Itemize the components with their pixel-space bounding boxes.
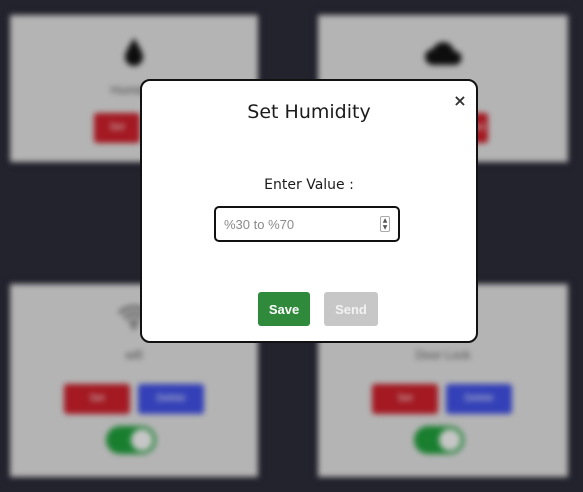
close-icon[interactable]: ×	[452, 93, 468, 109]
set-humidity-dialog: Set Humidity × Enter Value : ▲▼ Save Sen…	[140, 79, 478, 343]
send-button[interactable]: Send	[324, 292, 378, 326]
humidity-input-wrapper: ▲▼	[214, 206, 400, 242]
humidity-value-input[interactable]	[224, 214, 374, 234]
number-spinner-icon[interactable]: ▲ ▼	[380, 216, 390, 232]
enter-value-label: Enter Value :	[264, 177, 354, 193]
save-button[interactable]: Save	[258, 292, 310, 326]
dialog-title: Set Humidity	[247, 101, 371, 123]
